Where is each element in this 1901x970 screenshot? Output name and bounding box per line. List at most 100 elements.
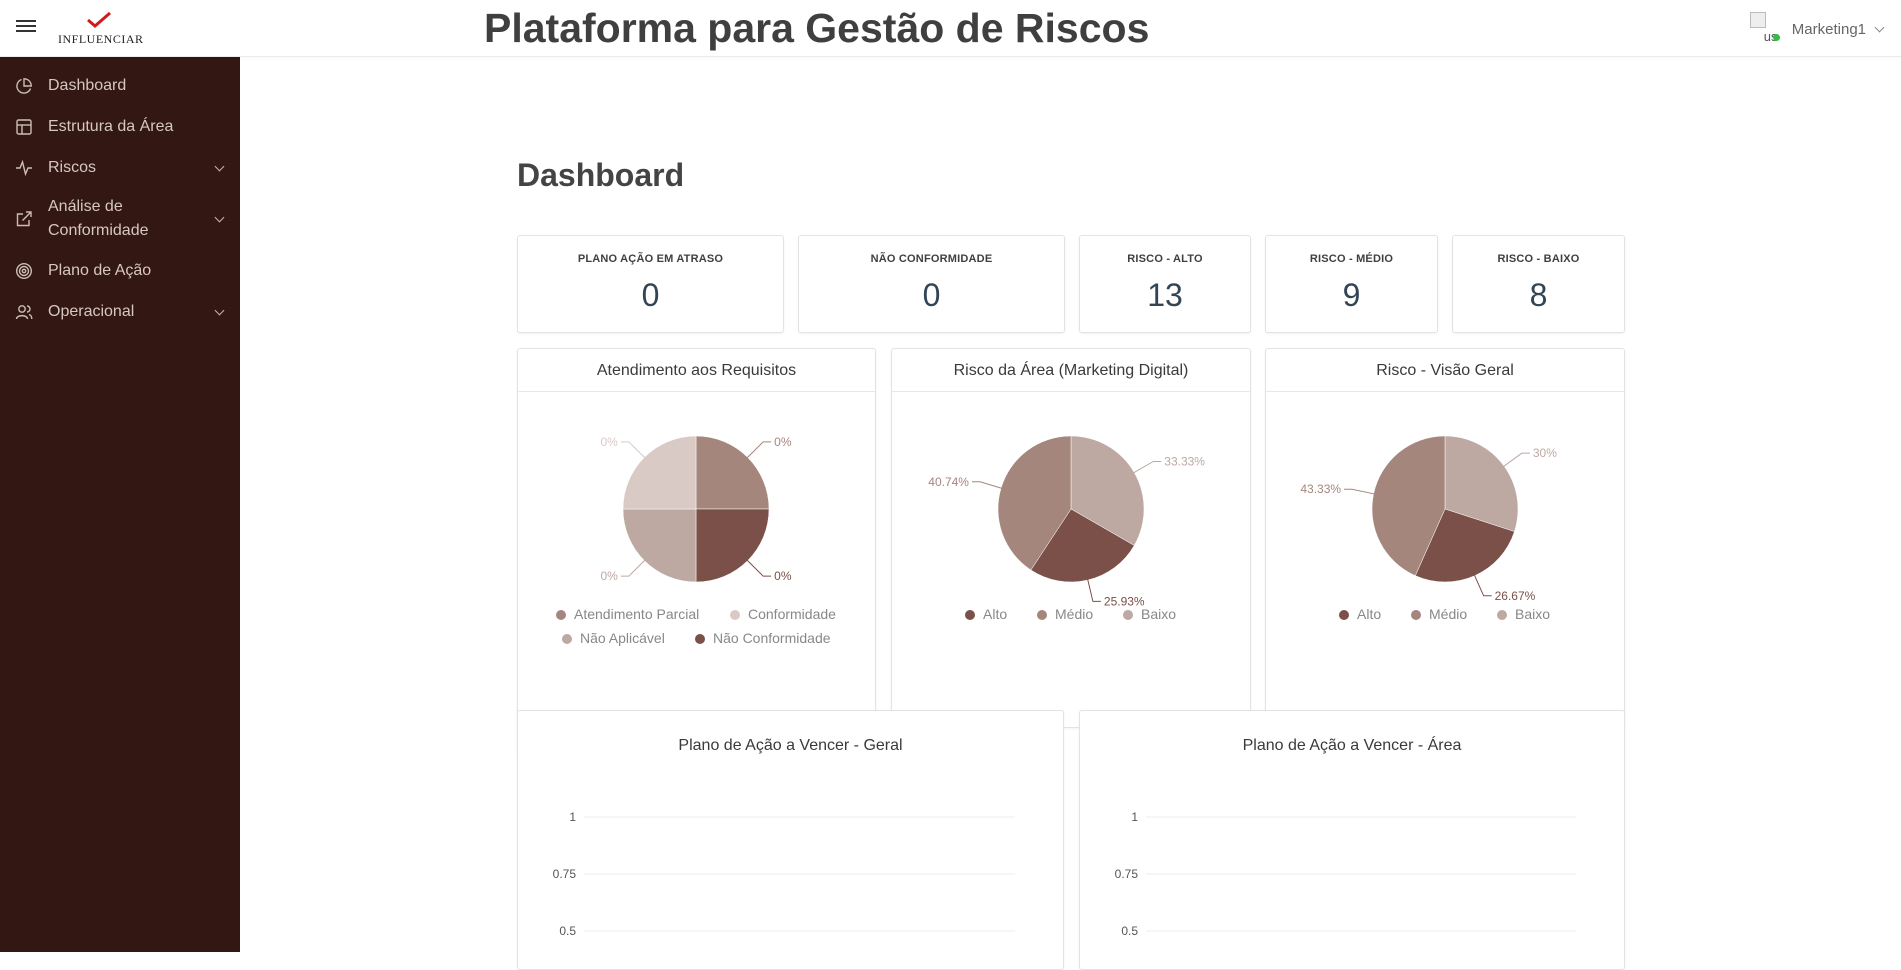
sidebar-item-riscos[interactable]: Riscos <box>0 147 240 188</box>
legend-item-nao-conformidade[interactable]: Não Conformidade <box>713 630 831 646</box>
top-bar: INFLUENCIAR Plataforma para Gestão de Ri… <box>0 0 1901 57</box>
stat-card-risco-alto: RISCO - ALTO 13 <box>1079 235 1251 333</box>
data-label: 0% <box>600 569 618 583</box>
data-label: 0% <box>600 435 618 449</box>
sidebar-item-dashboard[interactable]: Dashboard <box>0 65 240 106</box>
online-status-dot <box>1772 34 1780 41</box>
legend-marker[interactable] <box>1339 610 1349 620</box>
users-icon <box>15 304 33 319</box>
chart-card-atendimento: Atendimento aos Requisitos 0% 0% 0% 0% Atend… <box>517 348 876 753</box>
data-label: 33.33% <box>1164 454 1205 468</box>
page-title: Dashboard <box>517 157 685 193</box>
data-label: 25.93% <box>1104 594 1145 608</box>
layout-icon <box>16 118 32 135</box>
stat-label: RISCO - BAIXO <box>1497 253 1580 265</box>
legend-item-medio[interactable]: Médio <box>1055 606 1093 622</box>
legend-marker[interactable] <box>695 634 705 644</box>
hamburger-menu-icon[interactable] <box>16 17 36 37</box>
data-label: 0% <box>774 569 792 583</box>
pie-chart-risco-geral: 30% 26.67% 43.33% Alto Médio Baixo <box>1300 435 1557 622</box>
leader-line <box>746 559 772 577</box>
app-title: Plataforma para Gestão de Riscos <box>484 5 1150 51</box>
legend-item-medio[interactable]: Médio <box>1429 606 1467 622</box>
data-label: 0% <box>774 435 792 449</box>
stat-card-risco-baixo: RISCO - BAIXO 8 <box>1452 235 1625 333</box>
broken-image-icon <box>1749 12 1766 28</box>
legend-item-atendimento-parcial[interactable]: Atendimento Parcial <box>574 606 699 622</box>
checkmark-logo-icon <box>87 12 111 28</box>
data-label: 43.33% <box>1300 482 1341 496</box>
sidebar-item-analise-conformidade[interactable]: Análise de Conformidade <box>0 188 240 250</box>
legend-item-alto[interactable]: Alto <box>983 606 1007 622</box>
legend-marker[interactable] <box>1123 610 1133 620</box>
data-label: 26.67% <box>1495 589 1536 603</box>
avatar[interactable]: us <box>1748 12 1782 46</box>
legend-item-nao-aplicavel[interactable]: Não Aplicável <box>580 630 665 646</box>
legend-item-alto[interactable]: Alto <box>1357 606 1381 622</box>
brand-logo[interactable]: INFLUENCIAR <box>56 12 148 48</box>
sidebar-item-operacional[interactable]: Operacional <box>0 291 240 332</box>
legend-marker[interactable] <box>562 634 572 644</box>
pie-chart-icon <box>16 77 32 94</box>
sidebar-item-estrutura[interactable]: Estrutura da Área <box>0 106 240 147</box>
legend-marker[interactable] <box>556 610 566 620</box>
data-label: 30% <box>1533 446 1557 460</box>
chart-card-risco-geral: Risco - Visão Geral 30% 26.67% 43.33% Alto M… <box>1265 348 1625 728</box>
stat-label: PLANO AÇÃO EM ATRASO <box>577 253 724 265</box>
data-label: 40.74% <box>928 475 969 489</box>
leader-line <box>746 441 772 459</box>
y-tick-label: 0.75 <box>553 867 577 881</box>
legend-marker[interactable] <box>730 610 740 620</box>
activity-icon <box>16 159 32 176</box>
leader-line <box>1344 488 1376 495</box>
stat-label: RISCO - ALTO <box>1127 253 1203 265</box>
legend-item-conformidade[interactable]: Conformidade <box>748 606 836 622</box>
y-tick-label: 0.5 <box>1121 924 1138 938</box>
target-icon <box>15 262 33 279</box>
y-tick-label: 0.75 <box>1115 867 1139 881</box>
chart-title: Plano de Ação a Vencer - Área <box>1242 737 1462 754</box>
stat-card-nao-conformidade: NÃO CONFORMIDADE 0 <box>798 235 1065 333</box>
y-tick-label: 1 <box>1131 810 1138 824</box>
legend-item-baixo[interactable]: Baixo <box>1141 606 1176 622</box>
sidebar-item-label: Plano de Ação <box>48 261 152 279</box>
legend-marker[interactable] <box>965 610 975 620</box>
chevron-down-icon <box>214 212 225 223</box>
y-tick-label: 1 <box>569 810 576 824</box>
stat-value: 8 <box>1529 277 1548 313</box>
stat-label: RISCO - MÉDIO <box>1309 253 1394 265</box>
sidebar-item-plano-acao[interactable]: Plano de Ação <box>0 250 240 291</box>
leader-line <box>620 559 646 577</box>
stat-card-plano-atraso: PLANO AÇÃO EM ATRASO 0 <box>517 235 784 333</box>
stat-value: 13 <box>1147 277 1183 313</box>
brand-name: INFLUENCIAR <box>58 32 144 46</box>
user-menu[interactable]: us Marketing1 <box>1748 12 1885 46</box>
legend-marker[interactable] <box>1497 610 1507 620</box>
stat-label: NÃO CONFORMIDADE <box>870 253 993 265</box>
chart-title: Atendimento aos Requisitos <box>518 349 875 392</box>
chevron-down-icon <box>1874 22 1885 32</box>
chart-card-risco-area: Risco da Área (Marketing Digital) 33.33%… <box>891 348 1251 728</box>
main-content: Dashboard PLANO AÇÃO EM ATRASO 0 NÃO CON… <box>240 57 1901 970</box>
legend-marker[interactable] <box>1037 610 1047 620</box>
sidebar-item-label: Estrutura da Área <box>48 117 174 135</box>
sidebar-item-label: Dashboard <box>48 76 127 94</box>
line-chart-plano-geral: 1 0.75 0.5 <box>553 810 1015 938</box>
sidebar-item-label: Operacional <box>48 302 135 320</box>
sidebar-item-label: Riscos <box>48 158 97 176</box>
y-tick-label: 0.5 <box>559 924 576 938</box>
chart-title: Plano de Ação a Vencer - Geral <box>678 737 903 754</box>
stat-value: 0 <box>641 277 660 313</box>
leader-line <box>1132 460 1162 474</box>
legend-marker[interactable] <box>1411 610 1421 620</box>
user-name: Marketing1 <box>1791 20 1866 38</box>
chart-title: Risco - Visão Geral <box>1266 349 1624 392</box>
legend-item-baixo[interactable]: Baixo <box>1515 606 1550 622</box>
sidebar-item-label: Análise de Conformidade <box>48 198 149 239</box>
sidebar: Dashboard Estrutura da Área Riscos Análi… <box>0 57 240 952</box>
pie-chart-atendimento: 0% 0% 0% 0% Atendimento Parcial Conformidade N… <box>556 435 836 646</box>
pie-chart-risco-area: 33.33% 25.93% 40.74% Alto Médio Baixo <box>928 435 1205 622</box>
leader-line <box>620 441 646 459</box>
leader-line <box>1473 574 1492 597</box>
stat-value: 0 <box>922 277 941 313</box>
